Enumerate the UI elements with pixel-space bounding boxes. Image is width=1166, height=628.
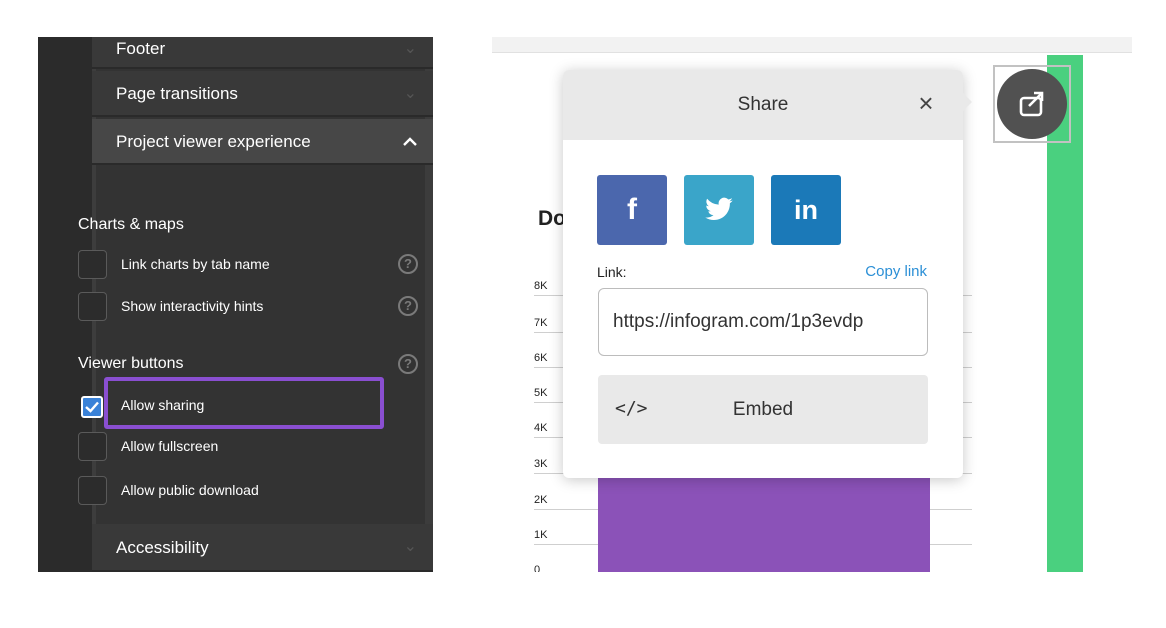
- option-interactivity-hints-label: Show interactivity hints: [121, 298, 264, 314]
- y-tick-label: 6K: [534, 352, 548, 364]
- help-icon[interactable]: ?: [398, 354, 418, 374]
- twitter-share-button[interactable]: [684, 175, 754, 245]
- y-tick-label: 1K: [534, 529, 548, 541]
- panel-scrollbar[interactable]: [425, 37, 433, 572]
- option-link-charts-label: Link charts by tab name: [121, 256, 270, 272]
- chevron-down-icon: ⌄: [403, 538, 417, 555]
- y-tick-label: 5K: [534, 387, 548, 399]
- share-popup: Share × f in Link: Copy link </> Embed: [563, 70, 972, 478]
- option-allow-public-download-label: Allow public download: [121, 482, 259, 498]
- linkedin-share-button[interactable]: in: [771, 175, 841, 245]
- option-allow-sharing-label: Allow sharing: [121, 397, 205, 413]
- section-footer-label: Footer: [116, 39, 166, 58]
- share-link-field[interactable]: [598, 288, 928, 356]
- help-icon[interactable]: ?: [398, 296, 418, 316]
- chart-title: Do: [538, 207, 566, 230]
- y-tick-label: 3K: [534, 458, 548, 470]
- checkmark-icon: [85, 401, 99, 413]
- option-interactivity-hints[interactable]: Show interactivity hints: [78, 292, 378, 326]
- viewer-buttons-title: Viewer buttons: [78, 355, 184, 372]
- facebook-share-button[interactable]: f: [597, 175, 667, 245]
- chevron-up-icon: [403, 119, 417, 165]
- close-icon[interactable]: ×: [911, 88, 941, 118]
- share-popup-title: Share: [737, 94, 789, 115]
- checkbox-allow-public-download[interactable]: [78, 476, 107, 505]
- y-tick-label: 0: [534, 564, 541, 572]
- twitter-icon: [705, 197, 733, 221]
- checkbox-allow-sharing[interactable]: [81, 396, 103, 418]
- y-tick-label: 8K: [534, 280, 548, 292]
- help-icon[interactable]: ?: [398, 254, 418, 274]
- section-accessibility[interactable]: Accessibility ⌄: [92, 524, 433, 572]
- chevron-down-icon: ⌄: [403, 40, 417, 57]
- option-link-charts[interactable]: Link charts by tab name: [78, 250, 378, 284]
- section-page-transitions[interactable]: Page transitions ⌄: [92, 71, 433, 117]
- chevron-down-icon: ⌄: [403, 85, 417, 102]
- option-allow-sharing[interactable]: Allow sharing: [78, 390, 378, 424]
- option-allow-fullscreen[interactable]: Allow fullscreen: [78, 432, 378, 466]
- section-viewer-experience-label: Project viewer experience: [116, 132, 311, 151]
- y-tick-label: 4K: [534, 422, 548, 434]
- linkedin-icon: in: [794, 195, 818, 225]
- section-viewer-experience[interactable]: Project viewer experience: [92, 119, 433, 165]
- share-icon: [1019, 91, 1044, 117]
- embed-button[interactable]: </> Embed: [598, 375, 928, 444]
- section-page-transitions-label: Page transitions: [116, 84, 238, 103]
- section-footer[interactable]: Footer ⌄: [92, 37, 433, 69]
- charts-maps-title: Charts & maps: [78, 216, 184, 233]
- option-allow-public-download[interactable]: Allow public download: [78, 476, 378, 510]
- y-tick-label: 7K: [534, 317, 548, 329]
- checkbox-allow-fullscreen[interactable]: [78, 432, 107, 461]
- embed-label: Embed: [732, 399, 794, 420]
- copy-link-button[interactable]: Copy link: [563, 263, 927, 280]
- option-allow-fullscreen-label: Allow fullscreen: [121, 438, 219, 454]
- section-accessibility-label: Accessibility: [116, 538, 209, 557]
- checkbox-link-charts[interactable]: [78, 250, 107, 279]
- preview-top-strip: [492, 37, 1132, 53]
- chart-bar: [598, 477, 930, 572]
- facebook-icon: f: [627, 193, 637, 226]
- checkbox-interactivity-hints[interactable]: [78, 292, 107, 321]
- share-trigger-button[interactable]: [997, 69, 1067, 139]
- y-tick-label: 2K: [534, 494, 548, 506]
